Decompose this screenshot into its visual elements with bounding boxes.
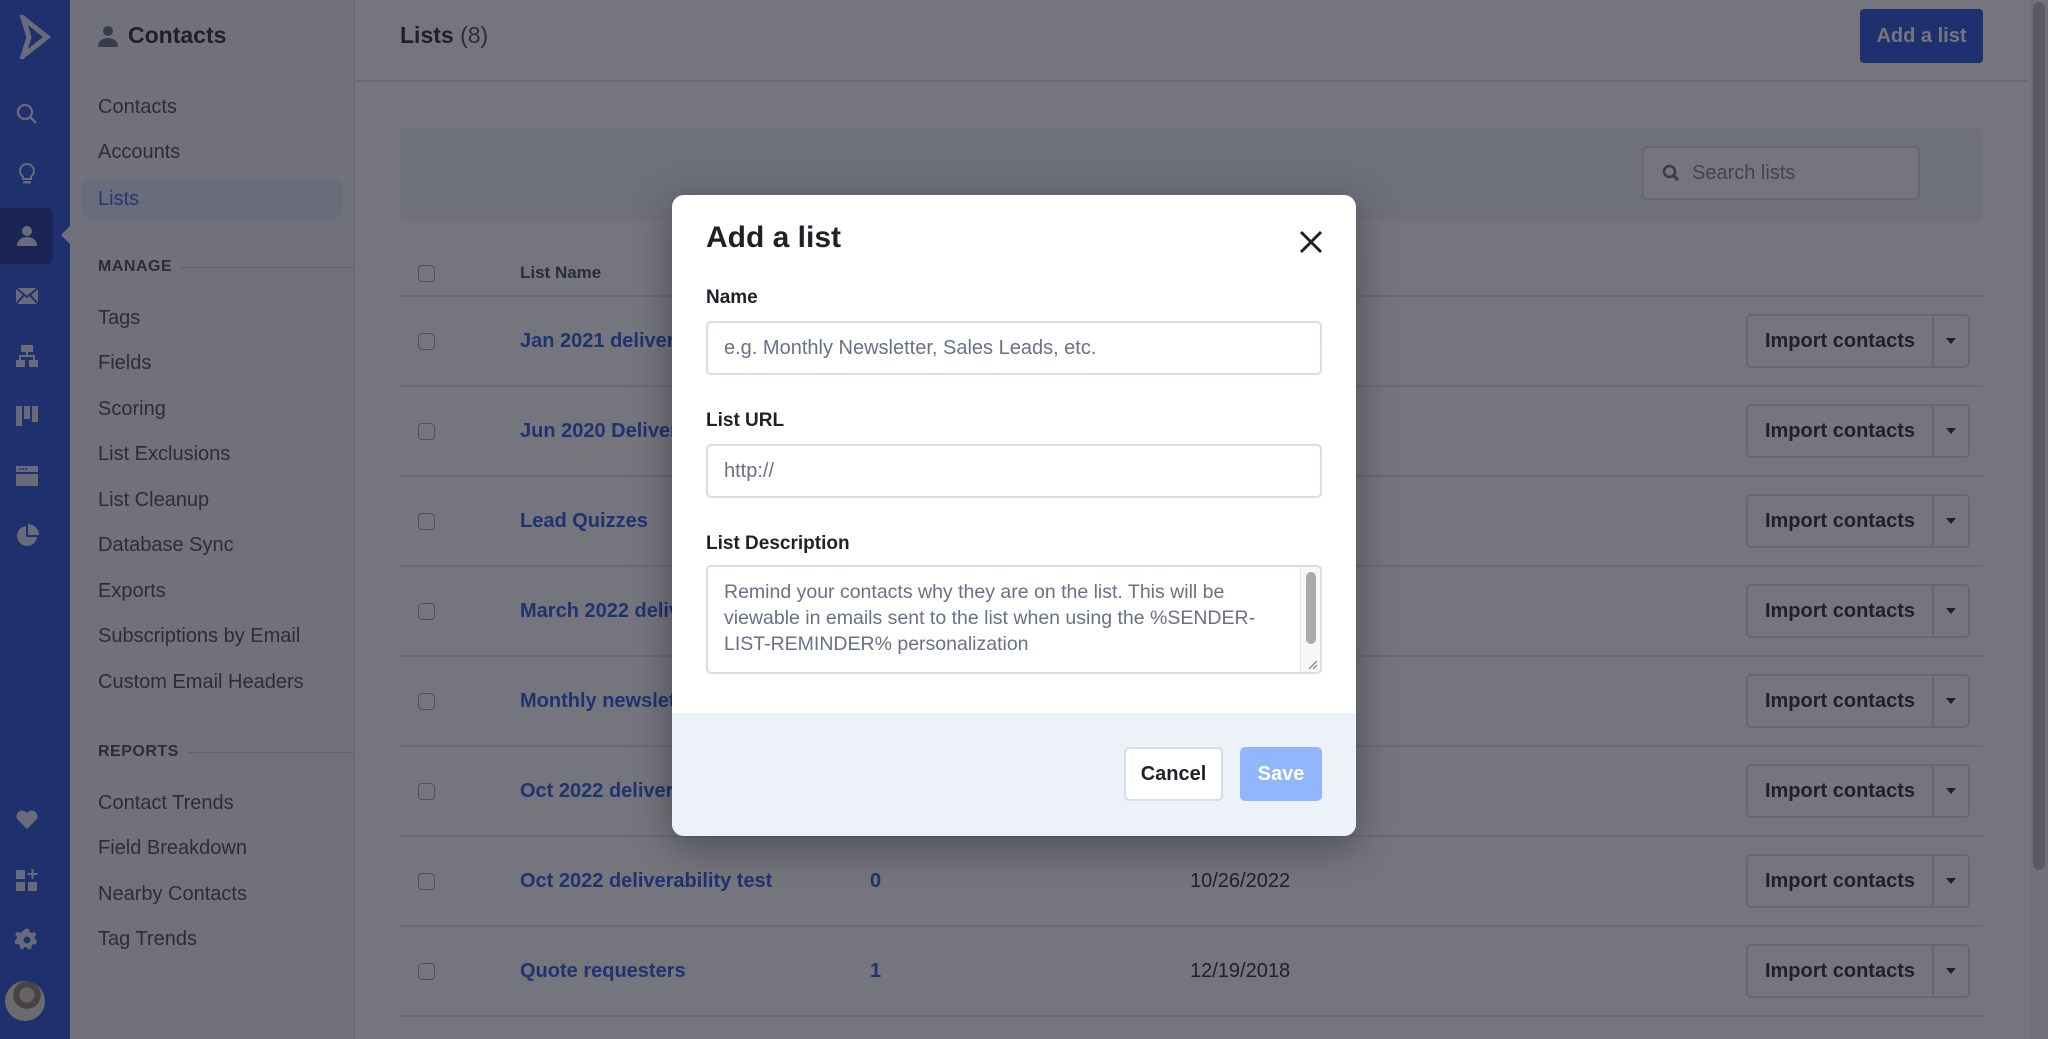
- list-description-textarea[interactable]: [708, 567, 1302, 672]
- resize-grip-icon[interactable]: [1306, 658, 1318, 670]
- list-url-label: List URL: [706, 410, 785, 431]
- save-button[interactable]: Save: [1240, 747, 1322, 801]
- modal-title: Add a list: [706, 221, 842, 254]
- close-button[interactable]: [1294, 225, 1328, 259]
- list-name-input[interactable]: [706, 321, 1322, 375]
- add-list-modal: Add a list Name List URL List Descriptio…: [672, 195, 1356, 836]
- textarea-scrollbar[interactable]: [1300, 567, 1320, 672]
- cancel-button[interactable]: Cancel: [1124, 747, 1223, 801]
- list-url-input[interactable]: [706, 444, 1322, 498]
- list-description-label: List Description: [706, 533, 850, 554]
- modal-footer: Cancel Save: [672, 713, 1356, 836]
- textarea-scrollbar-thumb[interactable]: [1306, 572, 1316, 644]
- name-label: Name: [706, 287, 758, 308]
- close-icon: [1299, 230, 1323, 254]
- list-description-field: [706, 565, 1322, 674]
